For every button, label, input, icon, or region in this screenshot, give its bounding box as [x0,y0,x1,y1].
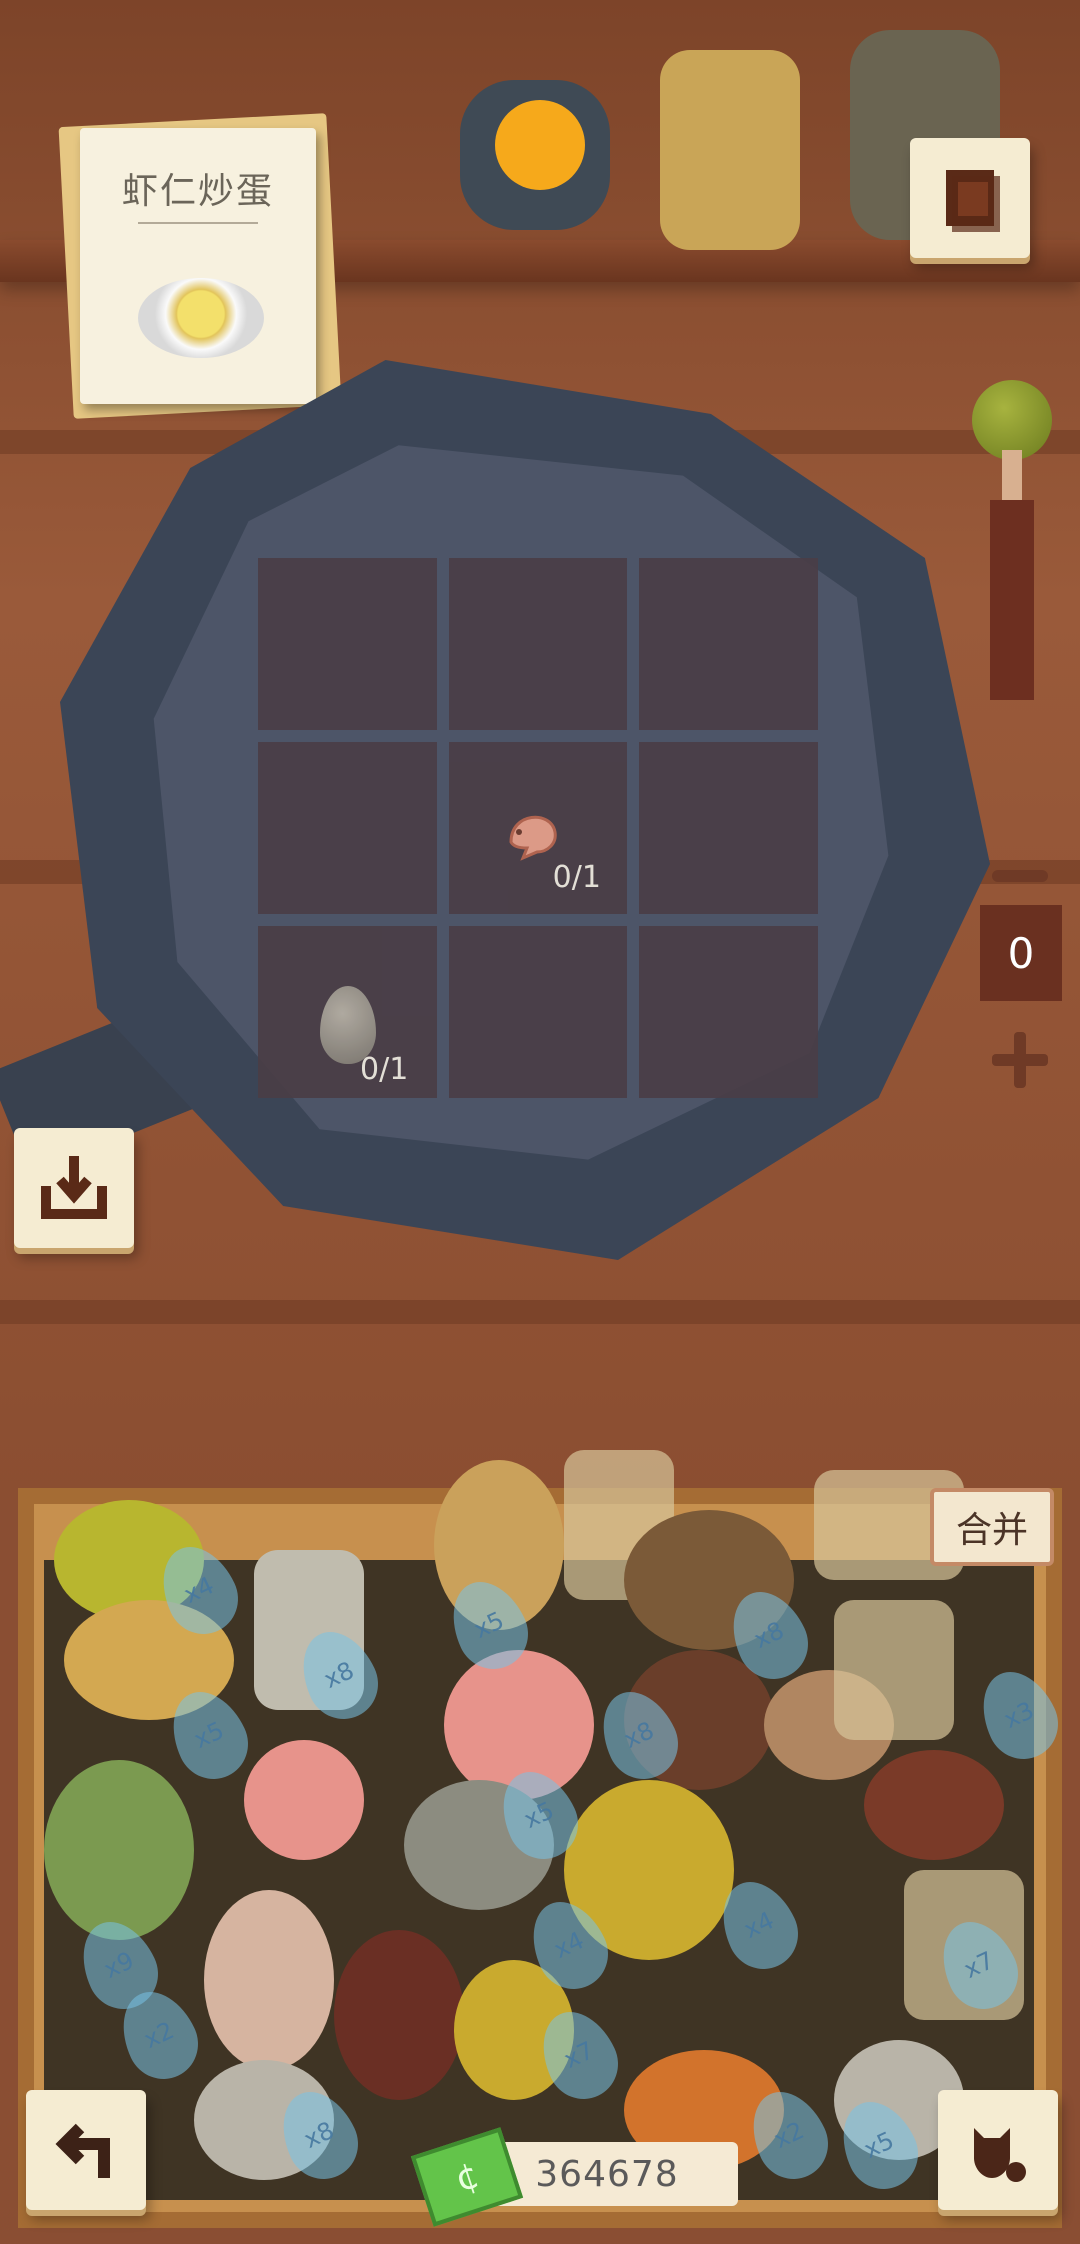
quantity-minus-button[interactable] [992,870,1048,882]
pan-slot[interactable] [258,742,437,914]
pan-slot[interactable] [639,926,818,1098]
wall-plank [0,1300,1080,1324]
download-icon [41,1156,107,1219]
shrimp-plate-ingredient[interactable] [204,1890,334,2070]
pan-slot-egg[interactable]: 0/1 [258,926,437,1098]
money-display: 364678 ¢ [410,2127,750,2227]
recipe-book-icon [946,170,1000,232]
pan-slot[interactable] [258,558,437,730]
egg-count: 0/1 [360,1052,409,1087]
lettuce-ingredient[interactable] [44,1760,194,1940]
pan-slot[interactable] [448,926,628,1098]
heat-lever[interactable] [972,380,1052,700]
cat-icon [974,2128,1026,2182]
recipe-dish-image [138,278,264,358]
recipe-divider [138,222,258,224]
drop-ingredients-button[interactable] [14,1128,134,1248]
cat-button[interactable] [938,2090,1058,2210]
shrimp-count: 0/1 [552,860,601,895]
egg-yolk [495,100,585,190]
recipe-title: 虾仁炒蛋 [121,171,274,212]
pan-slot[interactable] [639,742,818,914]
shrimp-icon [509,815,557,861]
recipe-book-button[interactable] [910,138,1030,258]
lever-base [990,500,1034,700]
braised-meat-ingredient[interactable] [864,1750,1004,1860]
peach-ingredient[interactable] [244,1740,364,1860]
pan-slot[interactable] [448,558,628,730]
undo-arrow-icon [55,2123,110,2178]
ribs-plate-ingredient[interactable] [334,1930,464,2100]
jug [660,50,800,250]
pan-slot-shrimp[interactable]: 0/1 [448,742,628,914]
quantity-plus-button[interactable] [992,1032,1048,1088]
lever-knob[interactable] [972,380,1052,460]
quantity-value: 0 [980,905,1062,1001]
butterfly-jar-ingredient[interactable] [834,1600,954,1740]
back-button[interactable] [26,2090,146,2210]
pan-ingredient-grid: 0/1 0/1 [258,558,818,1098]
ingredient-pile: x4 x8 x5 x5 x8 x5 x9 x4 x7 x2 x2 x5 x8 x… [44,1450,1070,2210]
merge-button[interactable]: 合并 [930,1488,1054,1566]
pan-slot[interactable] [639,558,818,730]
